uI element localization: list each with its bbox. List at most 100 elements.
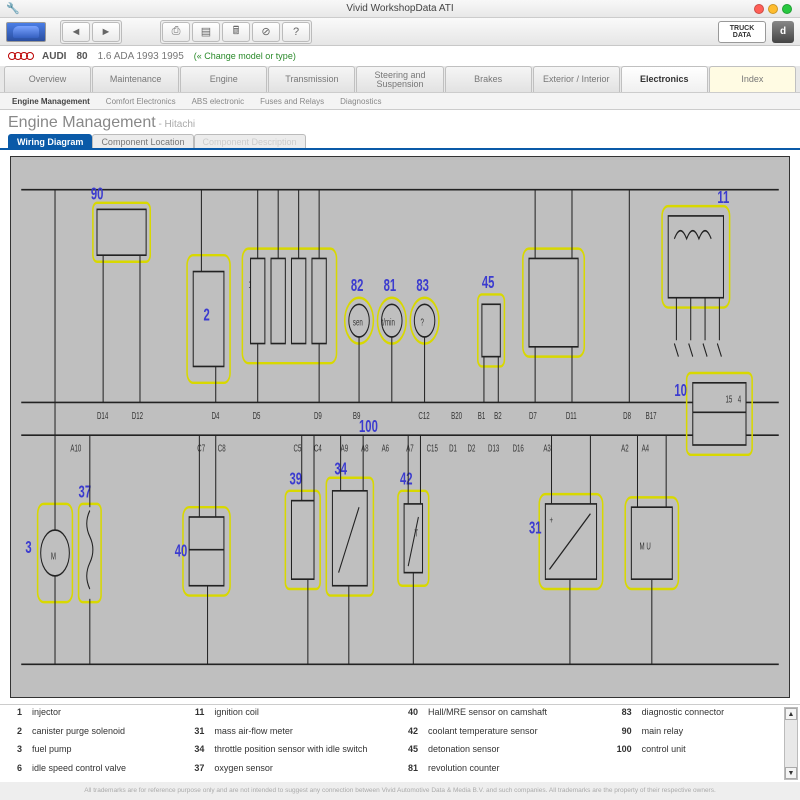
svg-text:A3: A3: [543, 443, 551, 454]
svg-text:D5: D5: [253, 410, 261, 421]
doctab-wiring[interactable]: Wiring Diagram: [8, 134, 92, 148]
svg-text:D9: D9: [314, 410, 322, 421]
change-model-link[interactable]: (« Change model or type): [194, 51, 296, 61]
tab-brakes[interactable]: Brakes: [445, 66, 532, 92]
svg-text:C8: C8: [218, 443, 226, 454]
footer-disclaimer: All trademarks are for reference purpose…: [0, 782, 800, 800]
svg-text:B17: B17: [646, 410, 657, 421]
svg-text:D14: D14: [97, 410, 109, 421]
nav-group: ◄ ►: [60, 20, 122, 44]
svg-text:M U: M U: [640, 541, 651, 552]
tool-button-3[interactable]: 🖩: [222, 22, 250, 42]
section-title: Engine Management: [8, 114, 156, 131]
svg-text:15: 15: [726, 394, 733, 405]
svg-text:D11: D11: [566, 410, 577, 421]
svg-text:D12: D12: [132, 410, 144, 421]
scroll-up-icon[interactable]: ▲: [785, 708, 797, 720]
doc-tabs: Wiring Diagram Component Location Compon…: [0, 132, 800, 150]
window-title: Vivid WorkshopData ATI: [346, 3, 453, 14]
svg-text:?: ?: [420, 317, 424, 328]
svg-text:D4: D4: [212, 410, 220, 421]
tool-group: ⎙ ▤ 🖩 ⊘ ?: [160, 20, 312, 44]
legend-scrollbar[interactable]: ▲ ▼: [784, 707, 798, 780]
svg-text:D13: D13: [488, 443, 500, 454]
app-window: 🔧 Vivid WorkshopData ATI ◄ ► ⎙ ▤ 🖩 ⊘ ? T…: [0, 0, 800, 800]
subtab-fuses[interactable]: Fuses and Relays: [256, 95, 328, 109]
section-header: Engine Management - Hitachi: [0, 110, 800, 132]
svg-text:M: M: [51, 551, 56, 562]
tab-overview[interactable]: Overview: [4, 66, 91, 92]
tab-engine[interactable]: Engine: [180, 66, 267, 92]
back-button[interactable]: ◄: [62, 22, 90, 42]
svg-text:2: 2: [203, 305, 209, 325]
tab-index[interactable]: Index: [709, 66, 796, 92]
vehicle-variant: 1.6 ADA 1993 1995: [98, 51, 184, 62]
svg-text:37: 37: [79, 482, 92, 502]
svg-text:t/min: t/min: [382, 317, 396, 328]
svg-text:31: 31: [529, 518, 542, 538]
legend-num: 1: [8, 707, 22, 725]
svg-text:45: 45: [482, 272, 495, 292]
minimize-icon[interactable]: [768, 4, 778, 14]
tab-transmission[interactable]: Transmission: [268, 66, 355, 92]
tool-button-4[interactable]: ⊘: [252, 22, 280, 42]
tool-button-1[interactable]: ⎙: [162, 22, 190, 42]
svg-text:D16: D16: [513, 443, 525, 454]
svg-text:C7: C7: [197, 443, 205, 454]
sub-tabs: Engine Management Comfort Electronics AB…: [0, 92, 800, 110]
svg-text:D1: D1: [449, 443, 457, 454]
subtab-engine-mgmt[interactable]: Engine Management: [8, 95, 94, 109]
diagram-panel: 90 D14 D12 2 D4 1: [0, 150, 800, 704]
svg-text:82: 82: [351, 276, 364, 296]
svg-text:B20: B20: [451, 410, 462, 421]
svg-text:+: +: [549, 515, 553, 526]
forward-button[interactable]: ►: [92, 22, 120, 42]
tab-steering[interactable]: Steering and Suspension: [356, 66, 443, 92]
svg-text:A6: A6: [382, 443, 390, 454]
svg-text:sen: sen: [353, 317, 363, 328]
svg-text:40: 40: [175, 541, 188, 561]
main-tabs: Overview Maintenance Engine Transmission…: [0, 66, 800, 92]
vehicle-brand: AUDI: [42, 51, 66, 62]
scroll-down-icon[interactable]: ▼: [785, 767, 797, 779]
svg-text:C15: C15: [427, 443, 439, 454]
svg-text:A9: A9: [341, 443, 349, 454]
doctab-description: Component Description: [194, 134, 306, 148]
svg-text:T: T: [414, 528, 418, 539]
svg-text:B1: B1: [478, 410, 486, 421]
wiring-diagram[interactable]: 90 D14 D12 2 D4 1: [10, 156, 790, 698]
subtab-comfort[interactable]: Comfort Electronics: [102, 95, 180, 109]
vehicle-thumb[interactable]: [6, 22, 46, 42]
svg-text:A4: A4: [642, 443, 650, 454]
audi-rings-icon: [8, 52, 32, 60]
tool-button-2[interactable]: ▤: [192, 22, 220, 42]
help-button[interactable]: ?: [282, 22, 310, 42]
svg-text:4: 4: [738, 394, 742, 405]
doctab-location[interactable]: Component Location: [92, 134, 193, 148]
svg-text:A7: A7: [406, 443, 414, 454]
app-menu-icon[interactable]: 🔧: [6, 2, 20, 15]
tab-exterior[interactable]: Exterior / Interior: [533, 66, 620, 92]
svg-text:A8: A8: [361, 443, 369, 454]
svg-text:B2: B2: [494, 410, 502, 421]
tab-electronics[interactable]: Electronics: [621, 66, 708, 92]
svg-text:10: 10: [674, 380, 687, 400]
svg-text:90: 90: [91, 184, 104, 204]
svg-text:C4: C4: [314, 443, 322, 454]
svg-text:D2: D2: [468, 443, 476, 454]
close-icon[interactable]: [754, 4, 764, 14]
svg-text:D8: D8: [623, 410, 631, 421]
tab-maintenance[interactable]: Maintenance: [92, 66, 179, 92]
svg-text:42: 42: [400, 469, 413, 489]
svg-text:3: 3: [25, 537, 31, 557]
svg-text:11: 11: [717, 187, 729, 207]
svg-text:C5: C5: [294, 443, 302, 454]
zoom-icon[interactable]: [782, 4, 792, 14]
subtab-diagnostics[interactable]: Diagnostics: [336, 95, 385, 109]
svg-text:D7: D7: [529, 410, 537, 421]
vehicle-bar: AUDI 80 1.6 ADA 1993 1995 (« Change mode…: [0, 46, 800, 66]
toolbar: ◄ ► ⎙ ▤ 🖩 ⊘ ? TRUCKDATA d: [0, 18, 800, 46]
svg-text:39: 39: [289, 469, 302, 489]
svg-text:C12: C12: [418, 410, 430, 421]
subtab-abs[interactable]: ABS electronic: [188, 95, 248, 109]
